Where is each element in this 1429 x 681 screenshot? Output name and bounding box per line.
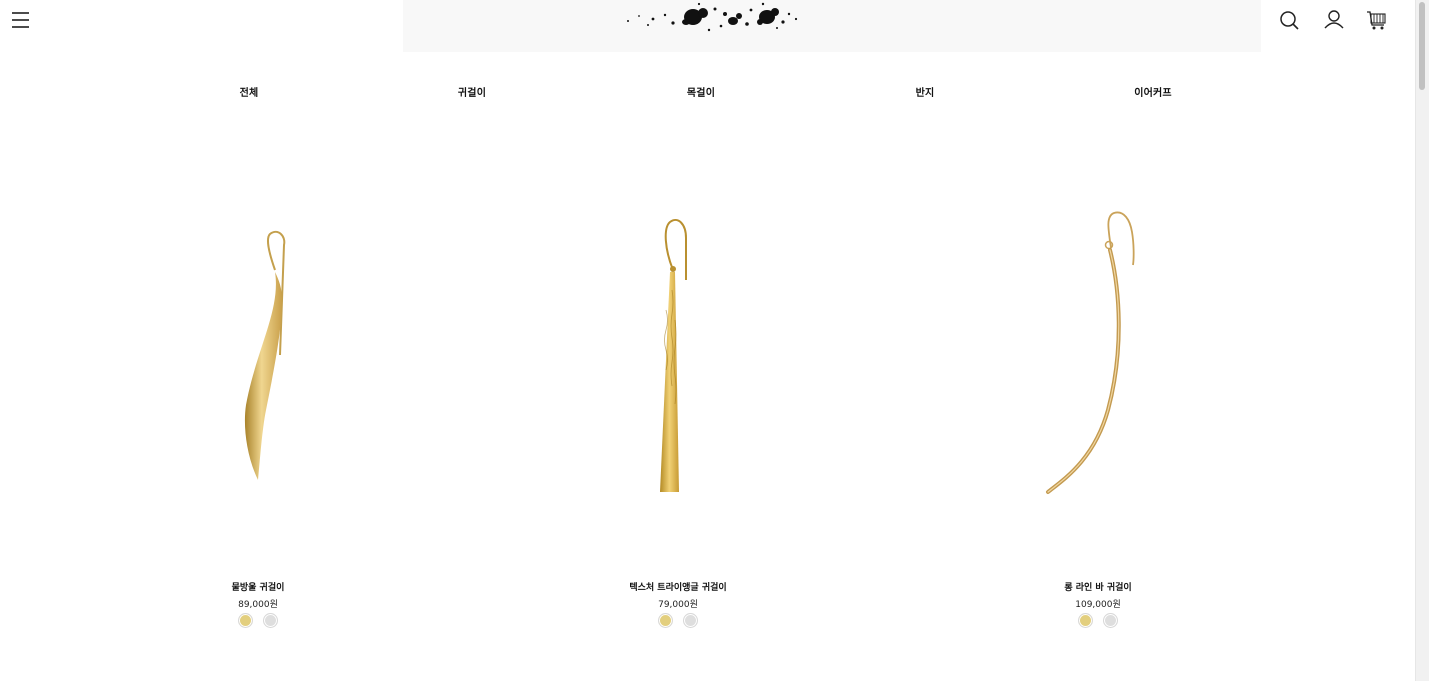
- hamburger-menu-icon[interactable]: [11, 10, 31, 30]
- product-card[interactable]: 롱 라인 바 귀걸이 109,000원: [888, 120, 1308, 640]
- swatch-gold[interactable]: [238, 613, 253, 628]
- shopping-cart-icon[interactable]: [1365, 8, 1389, 32]
- search-icon[interactable]: [1278, 8, 1302, 32]
- swatch-silver[interactable]: [1103, 613, 1118, 628]
- site-header: [0, 0, 1416, 60]
- color-swatches: [888, 613, 1308, 628]
- swatch-silver[interactable]: [263, 613, 278, 628]
- color-swatches: [468, 613, 888, 628]
- category-ear-cuffs[interactable]: 이어커프: [1134, 84, 1172, 99]
- product-price: 79,000원: [658, 600, 698, 610]
- scrollbar-thumb[interactable]: [1419, 2, 1425, 90]
- product-card[interactable]: 물방울 귀걸이 89,000원: [48, 120, 468, 640]
- product-price: 109,000원: [1075, 600, 1121, 610]
- swatch-gold[interactable]: [658, 613, 673, 628]
- page-scrollbar[interactable]: [1415, 0, 1429, 681]
- product-image-long-line-bar-earring[interactable]: [888, 120, 1308, 560]
- product-card[interactable]: 텍스처 트라이앵글 귀걸이 79,000원: [468, 120, 888, 640]
- category-nav: 전체 귀걸이 목걸이 반지 이어커프: [0, 84, 1416, 102]
- product-name[interactable]: 롱 라인 바 귀걸이: [888, 580, 1308, 593]
- category-rings[interactable]: 반지: [916, 84, 935, 99]
- swatch-gold[interactable]: [1078, 613, 1093, 628]
- brand-logo-banner[interactable]: [403, 0, 1261, 52]
- product-name[interactable]: 텍스처 트라이앵글 귀걸이: [468, 580, 888, 593]
- product-image-texture-triangle-earring[interactable]: [468, 120, 888, 560]
- product-price: 89,000원: [238, 600, 278, 610]
- swatch-silver[interactable]: [683, 613, 698, 628]
- category-necklaces[interactable]: 목걸이: [687, 84, 715, 99]
- color-swatches: [48, 613, 468, 628]
- category-all[interactable]: 전체: [240, 84, 259, 99]
- product-image-teardrop-earring[interactable]: [48, 120, 468, 560]
- category-earrings[interactable]: 귀걸이: [458, 84, 486, 99]
- user-icon[interactable]: [1322, 8, 1346, 32]
- product-name[interactable]: 물방울 귀걸이: [48, 580, 468, 593]
- ink-splatter-logo: [403, 0, 1261, 52]
